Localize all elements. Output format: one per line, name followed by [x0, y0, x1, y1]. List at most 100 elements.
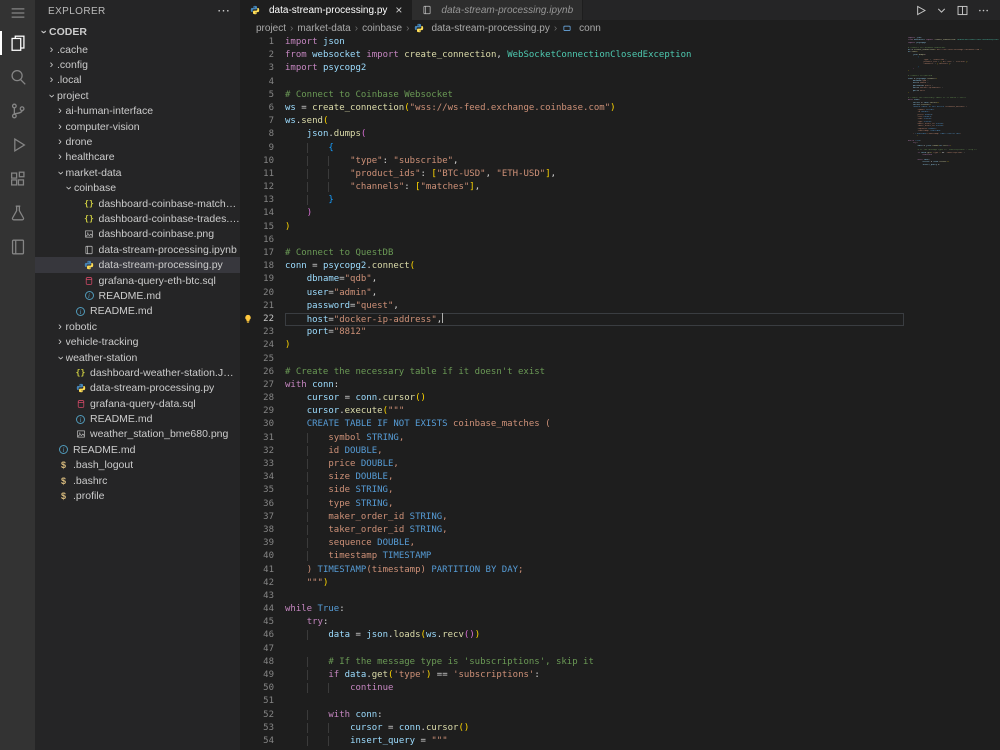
code-line[interactable]: 47 [240, 643, 904, 656]
line-number[interactable]: 23 [240, 326, 285, 339]
line-number[interactable]: 19 [240, 273, 285, 286]
folder-item[interactable]: › market-data [35, 165, 240, 180]
tab-data-stream-processing-ipynb[interactable]: data-stream-processing.ipynb [412, 0, 584, 20]
line-number[interactable]: 26 [240, 366, 285, 379]
folder-item[interactable]: › coinbase [35, 181, 240, 196]
extensions-icon[interactable] [0, 162, 35, 196]
file-item[interactable]: dashboard-coinbase.png [35, 227, 240, 242]
code-line[interactable]: 46 data = json.loads(ws.recv()) [240, 629, 904, 642]
folder-item[interactable]: › drone [35, 134, 240, 149]
file-item[interactable]: i README.md [35, 411, 240, 426]
breadcrumb-item[interactable]: market-data [297, 23, 350, 34]
line-number[interactable]: 17 [240, 247, 285, 260]
code-line[interactable]: 10 "type": "subscribe", [240, 155, 904, 168]
breadcrumb-item[interactable]: project [256, 23, 286, 34]
line-number[interactable]: 50 [240, 682, 285, 695]
file-item[interactable]: $ .profile [35, 488, 240, 503]
code-line[interactable]: 21 password="quest", [240, 300, 904, 313]
folder-item[interactable]: › .local [35, 73, 240, 88]
folder-item[interactable]: › project [35, 88, 240, 103]
line-number[interactable]: 48 [240, 656, 285, 669]
file-item[interactable]: data-stream-processing.py [35, 381, 240, 396]
code-line[interactable]: 14 ) [240, 207, 904, 220]
file-item[interactable]: weather_station_bme680.png [35, 427, 240, 442]
line-number[interactable]: 16 [240, 234, 285, 247]
run-icon[interactable] [914, 4, 927, 17]
line-number[interactable]: 32 [240, 445, 285, 458]
code-line[interactable]: 40 timestamp TIMESTAMP [240, 550, 904, 563]
code-line[interactable]: 25 [240, 353, 904, 366]
line-number[interactable]: 11 [240, 168, 285, 181]
line-number[interactable]: 22 [240, 313, 285, 326]
line-number[interactable]: 21 [240, 300, 285, 313]
file-item[interactable]: i README.md [35, 304, 240, 319]
code-line[interactable]: 7 ws.send( [240, 115, 904, 128]
file-item[interactable]: i README.md [35, 288, 240, 303]
line-number[interactable]: 24 [240, 339, 285, 352]
file-item[interactable]: {} dashboard-coinbase-matches.json [35, 196, 240, 211]
code-line[interactable]: 39 sequence DOUBLE, [240, 537, 904, 550]
menu-icon[interactable] [0, 0, 35, 26]
code-line[interactable]: 22 host="docker-ip-address", [240, 312, 904, 326]
code-line[interactable]: 6 ws = create_connection("wss://ws-feed.e… [240, 102, 904, 115]
lightbulb-icon[interactable] [243, 314, 253, 324]
code-line[interactable]: 33 price DOUBLE, [240, 458, 904, 471]
line-number[interactable]: 13 [240, 194, 285, 207]
line-number[interactable]: 54 [240, 735, 285, 748]
breadcrumb-item[interactable]: coinbase [362, 23, 402, 34]
code-line[interactable]: 37 maker_order_id STRING, [240, 511, 904, 524]
line-number[interactable]: 35 [240, 484, 285, 497]
run-dropdown-icon[interactable] [935, 4, 948, 17]
line-number[interactable]: 47 [240, 643, 285, 656]
code-line[interactable]: 8 json.dumps( [240, 128, 904, 141]
code-line[interactable]: 48 # If the message type is 'subscriptio… [240, 656, 904, 669]
code-line[interactable]: 12 "channels": ["matches"], [240, 181, 904, 194]
code-line[interactable]: 31 symbol STRING, [240, 432, 904, 445]
code-line[interactable]: 1 import json [240, 36, 904, 49]
line-number[interactable]: 42 [240, 577, 285, 590]
tab-data-stream-processing-py[interactable]: data-stream-processing.py × [240, 0, 413, 20]
code-line[interactable]: 30 CREATE TABLE IF NOT EXISTS coinbase_m… [240, 418, 904, 431]
line-number[interactable]: 52 [240, 709, 285, 722]
line-number[interactable]: 3 [240, 62, 285, 75]
line-number[interactable]: 28 [240, 392, 285, 405]
code-line[interactable]: 11 "product_ids": ["BTC-USD", "ETH-USD"]… [240, 168, 904, 181]
line-number[interactable]: 10 [240, 155, 285, 168]
file-item[interactable]: $ .bashrc [35, 473, 240, 488]
close-icon[interactable]: × [395, 4, 402, 16]
line-number[interactable]: 38 [240, 524, 285, 537]
line-number[interactable]: 53 [240, 722, 285, 735]
search-icon[interactable] [0, 60, 35, 94]
code-line[interactable]: 27 with conn: [240, 379, 904, 392]
code-line[interactable]: 44 while True: [240, 603, 904, 616]
explorer-icon[interactable] [0, 26, 35, 60]
breadcrumb-item[interactable]: data-stream-processing.py [413, 23, 550, 34]
code-line[interactable]: 38 taker_order_id STRING, [240, 524, 904, 537]
line-number[interactable]: 30 [240, 418, 285, 431]
code-line[interactable]: 2 from websocket import create_connection… [240, 49, 904, 62]
folder-item[interactable]: › .config [35, 57, 240, 72]
line-number[interactable]: 46 [240, 629, 285, 642]
code-line[interactable]: 20 user="admin", [240, 287, 904, 300]
line-number[interactable]: 43 [240, 590, 285, 603]
line-number[interactable]: 34 [240, 471, 285, 484]
code-line[interactable]: 35 side STRING, [240, 484, 904, 497]
code-line[interactable]: 16 [240, 234, 904, 247]
line-number[interactable]: 40 [240, 550, 285, 563]
line-number[interactable]: 51 [240, 695, 285, 708]
code-line[interactable]: 18 conn = psycopg2.connect( [240, 260, 904, 273]
code-line[interactable]: 45 try: [240, 616, 904, 629]
folder-item[interactable]: › weather-station [35, 350, 240, 365]
code-line[interactable]: 19 dbname="qdb", [240, 273, 904, 286]
line-number[interactable]: 45 [240, 616, 285, 629]
workspace-section-header[interactable]: › CODER [35, 22, 240, 41]
line-number[interactable]: 36 [240, 498, 285, 511]
code-line[interactable]: 49 if data.get('type') == 'subscriptions… [240, 669, 904, 682]
file-item[interactable]: grafana-query-data.sql [35, 396, 240, 411]
code-line[interactable]: 51 [240, 695, 904, 708]
line-number[interactable]: 27 [240, 379, 285, 392]
code-line[interactable]: 43 [240, 590, 904, 603]
line-number[interactable]: 37 [240, 511, 285, 524]
folder-item[interactable]: › computer-vision [35, 119, 240, 134]
code-line[interactable]: 13 } [240, 194, 904, 207]
